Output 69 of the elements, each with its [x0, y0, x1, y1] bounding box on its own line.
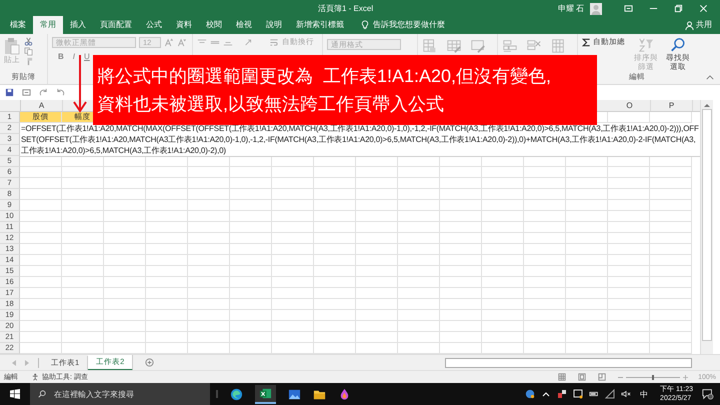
tell-me-search[interactable]: 告訴我您想要做什麼: [373, 19, 445, 34]
battery-icon[interactable]: [589, 389, 600, 399]
avatar-icon[interactable]: [590, 2, 602, 14]
drop-icon[interactable]: [338, 388, 351, 400]
insert-cells-icon[interactable]: [502, 38, 518, 54]
lightbulb-icon[interactable]: [361, 20, 369, 30]
share-button[interactable]: 共用: [696, 19, 712, 34]
ribbon-tab[interactable]: 校閱: [199, 16, 229, 34]
person-icon[interactable]: [685, 21, 694, 30]
orientation-icon[interactable]: [244, 38, 254, 46]
save-icon[interactable]: [5, 88, 14, 97]
ribbon-tab[interactable]: 檢視: [229, 16, 259, 34]
sum-icon[interactable]: [582, 38, 591, 46]
restore-icon[interactable]: [674, 4, 683, 13]
cell-style-icon[interactable]: [470, 38, 486, 54]
column-header[interactable]: A: [21, 100, 63, 111]
column-header[interactable]: P: [651, 100, 693, 111]
window-title: 活頁簿1 - Excel: [318, 3, 374, 14]
vertical-scrollbar[interactable]: [700, 100, 713, 354]
search-placeholder: 在這裡輸入文字來搜尋: [54, 388, 134, 400]
ribbon-tab[interactable]: 常用: [33, 16, 63, 34]
search-icon[interactable]: [670, 37, 686, 53]
ribbon-tab[interactable]: 檔案: [3, 16, 33, 34]
notification-icon[interactable]: [702, 388, 714, 400]
muted-speaker-icon[interactable]: [621, 389, 632, 399]
ribbon-display-icon[interactable]: [624, 4, 633, 13]
close-icon[interactable]: [699, 4, 708, 13]
copy-icon[interactable]: [24, 47, 33, 56]
ribbon-tab[interactable]: 說明: [259, 16, 289, 34]
ribbon-tab[interactable]: 公式: [139, 16, 169, 34]
taskbar-search-field[interactable]: 在這裡輸入文字來搜尋: [30, 383, 210, 405]
add-sheet-icon[interactable]: [145, 358, 154, 367]
photos-icon[interactable]: [288, 388, 301, 400]
form-icon[interactable]: [22, 88, 31, 97]
shrink-font-icon[interactable]: [177, 38, 187, 47]
page-break-icon[interactable]: [598, 373, 606, 381]
format-cells-icon[interactable]: [550, 38, 566, 54]
windows-icon[interactable]: [10, 389, 20, 399]
clipboard-icon[interactable]: [4, 37, 20, 55]
table-format-icon[interactable]: [446, 38, 462, 54]
wifi-icon[interactable]: [605, 389, 616, 399]
input-method-indicator[interactable]: 中: [640, 388, 648, 400]
arrow: [72, 55, 88, 113]
zoom-in-icon[interactable]: [683, 374, 688, 380]
ribbon-tab[interactable]: 插入: [63, 16, 93, 34]
ribbon-tab[interactable]: 新增索引標籤: [289, 16, 351, 34]
monitor-icon[interactable]: [573, 389, 584, 399]
collapse-icon[interactable]: [706, 75, 714, 80]
horizontal-scrollbar[interactable]: [445, 358, 692, 368]
ribbon-tab[interactable]: 資料: [169, 16, 199, 34]
wrap-text-icon[interactable]: [269, 38, 279, 46]
browser-icon[interactable]: [230, 388, 243, 400]
undo-icon[interactable]: [56, 88, 65, 97]
zoom-slider-thumb[interactable]: [652, 374, 654, 380]
user-name: 申耀 石: [558, 3, 584, 14]
ribbon-tab[interactable]: 頁面配置: [93, 16, 139, 34]
accessibility-icon[interactable]: [32, 373, 40, 381]
column-header[interactable]: O: [609, 100, 651, 111]
redo-icon[interactable]: [39, 88, 48, 97]
spreadsheet-app-icon[interactable]: [255, 384, 276, 404]
scissors-icon[interactable]: [24, 37, 33, 46]
page-layout-icon[interactable]: [578, 373, 586, 381]
app-tray-icon[interactable]: [557, 389, 568, 399]
annotation-text: 將公式中的圈選範圍更改為 工作表1!A1:A20,但沒有變色,: [97, 65, 552, 88]
cell-editor[interactable]: =OFFSET(工作表1!A1:A20,MATCH(MAX(OFFSET(OFFSET(工作表1!A1:A20,MATCH(A3,工作表1!A1:A20,0)-1,0),-1,2,-IF(MATCH(A3,工作表1!A1:A20,0)>6,5,MATCH(A3,工作表1!A1:A20,0)-2))),OFFSET(OFFSET(工作表1!A1:A20,MATCH(A3工作表1!A1:A20,0)-1,0),-1,2,-IF(MATCH(A3,工作表1!A1:A20,0)>6,5,MATCH(A3,工作表1!A1:A20,0)-2)),0)+MATCH(A3,工作表1!A1:A20,0)-2-IF(MATCH(A3,工作表1!A1:A20,0)>6,5,MATCH(A3,工作表1!A1:A20,0)-2),0): [20, 123, 700, 157]
search-icon: [38, 390, 46, 398]
grow-font-icon[interactable]: [164, 38, 174, 47]
scroll-up-icon[interactable]: [704, 103, 710, 107]
normal-view-icon[interactable]: [558, 373, 566, 381]
